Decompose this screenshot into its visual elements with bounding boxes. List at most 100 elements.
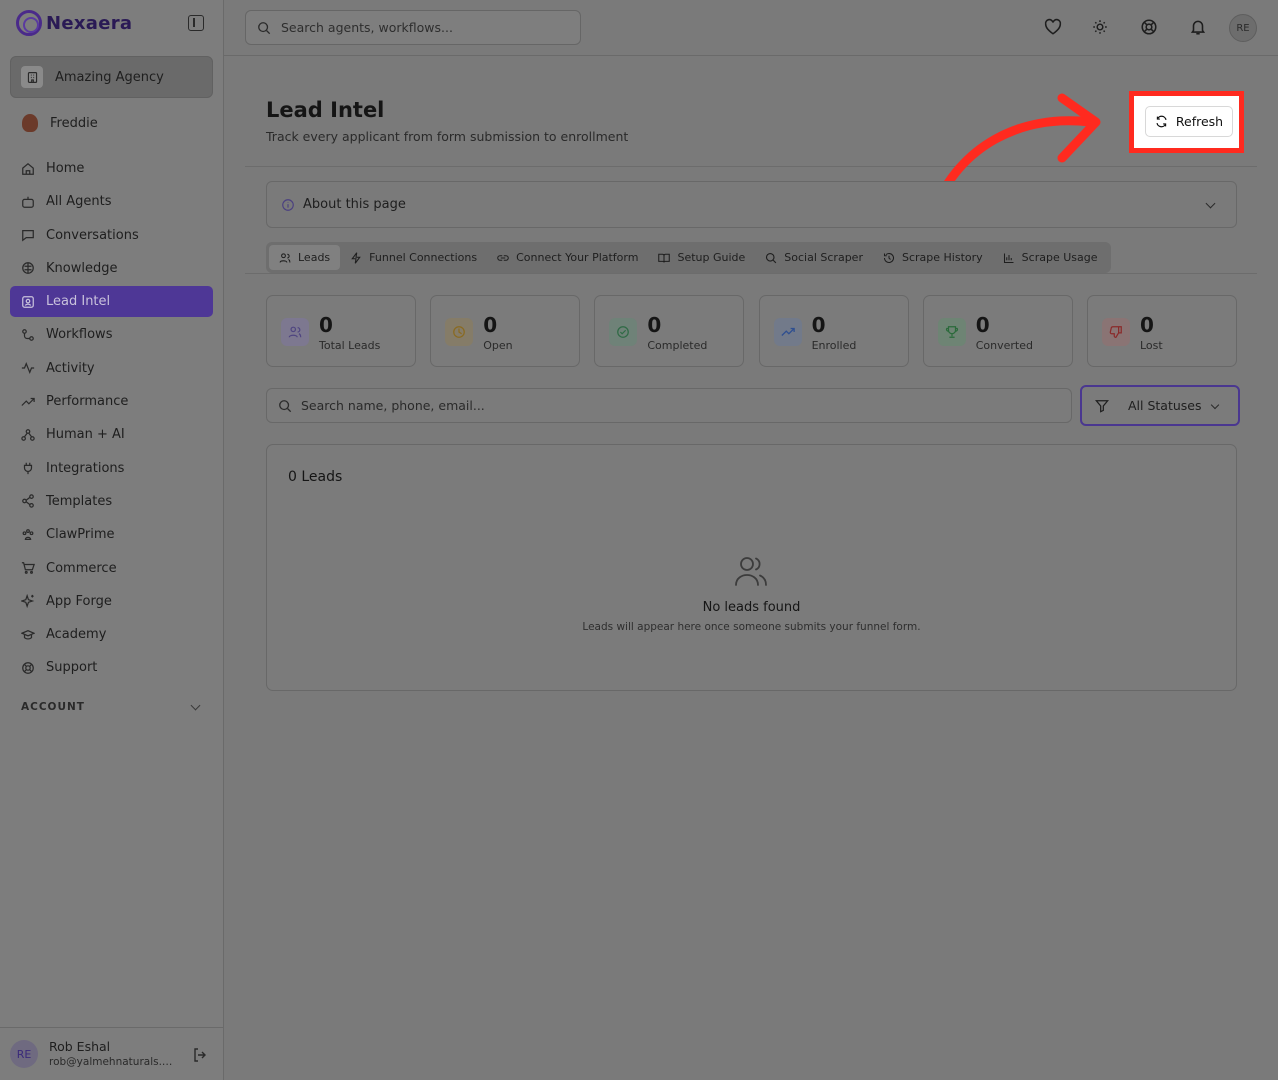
avatar: [22, 114, 38, 132]
sidebar-item-clawprime[interactable]: ClawPrime: [10, 519, 213, 550]
divider: [245, 273, 1257, 274]
thumbs-down-icon: [1109, 326, 1122, 338]
brain-icon: [22, 262, 34, 275]
sidebar-item-workflows[interactable]: Workflows: [10, 319, 213, 350]
sidebar-item-knowledge[interactable]: Knowledge: [10, 253, 213, 284]
search-icon: [766, 252, 777, 263]
refresh-button[interactable]: Refresh: [1145, 106, 1233, 137]
agency-switcher[interactable]: Amazing Agency: [10, 56, 213, 98]
sidebar-item-label: Commerce: [46, 560, 117, 576]
logout-icon[interactable]: [192, 1047, 208, 1063]
tab-label: Connect Your Platform: [516, 251, 639, 264]
empty-state-subtitle: Leads will appear here once someone subm…: [582, 621, 921, 633]
sidebar-item-label: Human + AI: [46, 427, 125, 443]
stat-value: 0: [811, 313, 826, 337]
sidebar-item-conversations[interactable]: Conversations: [10, 220, 213, 251]
activity-icon: [21, 362, 35, 375]
tab-connect-your-platform[interactable]: Connect Your Platform: [487, 245, 648, 270]
sidebar-item-commerce[interactable]: Commerce: [10, 553, 213, 584]
stat-label: Completed: [647, 339, 708, 352]
tab-scrape-history[interactable]: Scrape History: [873, 245, 993, 270]
leads-count: 0 Leads: [288, 469, 343, 485]
sidebar-item-lead-intel[interactable]: Lead Intel: [10, 286, 213, 318]
tab-funnel-connections[interactable]: Funnel Connections: [340, 245, 487, 270]
plug-icon: [23, 462, 33, 475]
stat-icon-box: [609, 318, 638, 346]
sidebar-item-performance[interactable]: Performance: [10, 386, 213, 417]
zap-icon: [351, 251, 361, 264]
status-filter-select[interactable]: All Statuses: [1080, 385, 1240, 426]
tab-leads[interactable]: Leads: [269, 245, 341, 270]
tab-social-scraper[interactable]: Social Scraper: [755, 245, 873, 270]
empty-state-title: No leads found: [702, 600, 801, 615]
sidebar-item-label: Activity: [46, 360, 95, 376]
sidebar-item-app-forge[interactable]: App Forge: [10, 586, 213, 617]
stat-card-total-leads: 0 Total Leads: [266, 295, 416, 367]
avatar[interactable]: RE: [10, 1040, 38, 1068]
tab-bar: Leads Funnel Connections Connect Your Pl…: [266, 242, 1111, 273]
chevron-down-icon: [190, 700, 201, 711]
sidebar-item-integrations[interactable]: Integrations: [10, 453, 213, 484]
graduation-cap-icon: [21, 629, 35, 640]
stat-icon-box: [773, 318, 802, 346]
life-buoy-icon[interactable]: [1140, 18, 1158, 36]
tab-label: Setup Guide: [677, 251, 746, 264]
heart-icon[interactable]: [1044, 18, 1062, 36]
sidebar-item-home[interactable]: Home: [10, 153, 213, 184]
sidebar-item-academy[interactable]: Academy: [10, 619, 213, 650]
stat-label: Converted: [975, 339, 1033, 352]
share-icon: [22, 494, 34, 509]
trophy-icon: [945, 326, 958, 338]
sidebar-item-label: Support: [46, 660, 98, 676]
sidebar-item-label: Lead Intel: [46, 294, 111, 310]
sidebar-item-label: Academy: [46, 627, 107, 643]
footer-user-name: Rob Eshal: [49, 1039, 111, 1054]
cart-icon: [21, 562, 35, 574]
stat-value: 0: [975, 313, 990, 337]
agency-name: Amazing Agency: [55, 69, 164, 85]
stat-icon-box: [937, 318, 966, 346]
app-logo[interactable]: Nexaera: [16, 10, 132, 36]
tab-scrape-usage[interactable]: Scrape Usage: [993, 245, 1108, 270]
sidebar-item-human-ai[interactable]: Human + AI: [10, 419, 213, 450]
home-icon: [22, 162, 34, 175]
footer-user-email: rob@yalmehnaturals.c...: [49, 1056, 177, 1068]
bell-icon[interactable]: [1189, 18, 1207, 36]
avatar[interactable]: RE: [1229, 14, 1257, 42]
account-section-toggle[interactable]: ACCOUNT: [21, 700, 203, 713]
sidebar-collapse-icon[interactable]: [188, 15, 204, 31]
account-section-label: ACCOUNT: [21, 701, 85, 713]
users-icon: [735, 557, 767, 586]
sidebar-item-support[interactable]: Support: [10, 652, 213, 683]
bot-icon: [22, 196, 34, 208]
stat-label: Open: [483, 339, 513, 352]
lead-search-input[interactable]: Search name, phone, email...: [266, 388, 1072, 423]
sidebar-item-label: Knowledge: [46, 260, 118, 276]
refresh-icon: [1156, 115, 1167, 128]
status-filter-value: All Statuses: [1128, 398, 1202, 413]
sidebar-item-all-agents[interactable]: All Agents: [10, 186, 213, 217]
history-icon: [883, 252, 895, 263]
bar-chart-icon: [1003, 253, 1014, 263]
logo-text: Nexaera: [46, 12, 133, 34]
current-user[interactable]: Freddie: [22, 114, 98, 132]
page-subtitle: Track every applicant from form submissi…: [266, 129, 629, 144]
sidebar-item-activity[interactable]: Activity: [10, 353, 213, 384]
stat-card-open: 0 Open: [430, 295, 581, 367]
sun-icon[interactable]: [1091, 18, 1109, 36]
global-search-input[interactable]: Search agents, workflows...: [245, 10, 581, 45]
about-this-page-accordion[interactable]: About this page: [266, 181, 1237, 228]
stat-value: 0: [319, 313, 333, 337]
page-title: Lead Intel: [266, 98, 385, 122]
tab-setup-guide[interactable]: Setup Guide: [648, 245, 755, 270]
trending-up-icon: [780, 327, 795, 336]
stat-card-converted: 0 Converted: [922, 295, 1073, 367]
stat-value: 0: [647, 313, 662, 337]
sidebar-item-label: Conversations: [46, 227, 139, 243]
chevron-down-icon: [1210, 400, 1220, 410]
workflow-icon: [22, 329, 34, 341]
check-circle-icon: [617, 326, 630, 338]
sidebar-item-templates[interactable]: Templates: [10, 486, 213, 517]
sidebar-item-label: ClawPrime: [46, 527, 115, 543]
filter-icon: [1095, 399, 1109, 413]
